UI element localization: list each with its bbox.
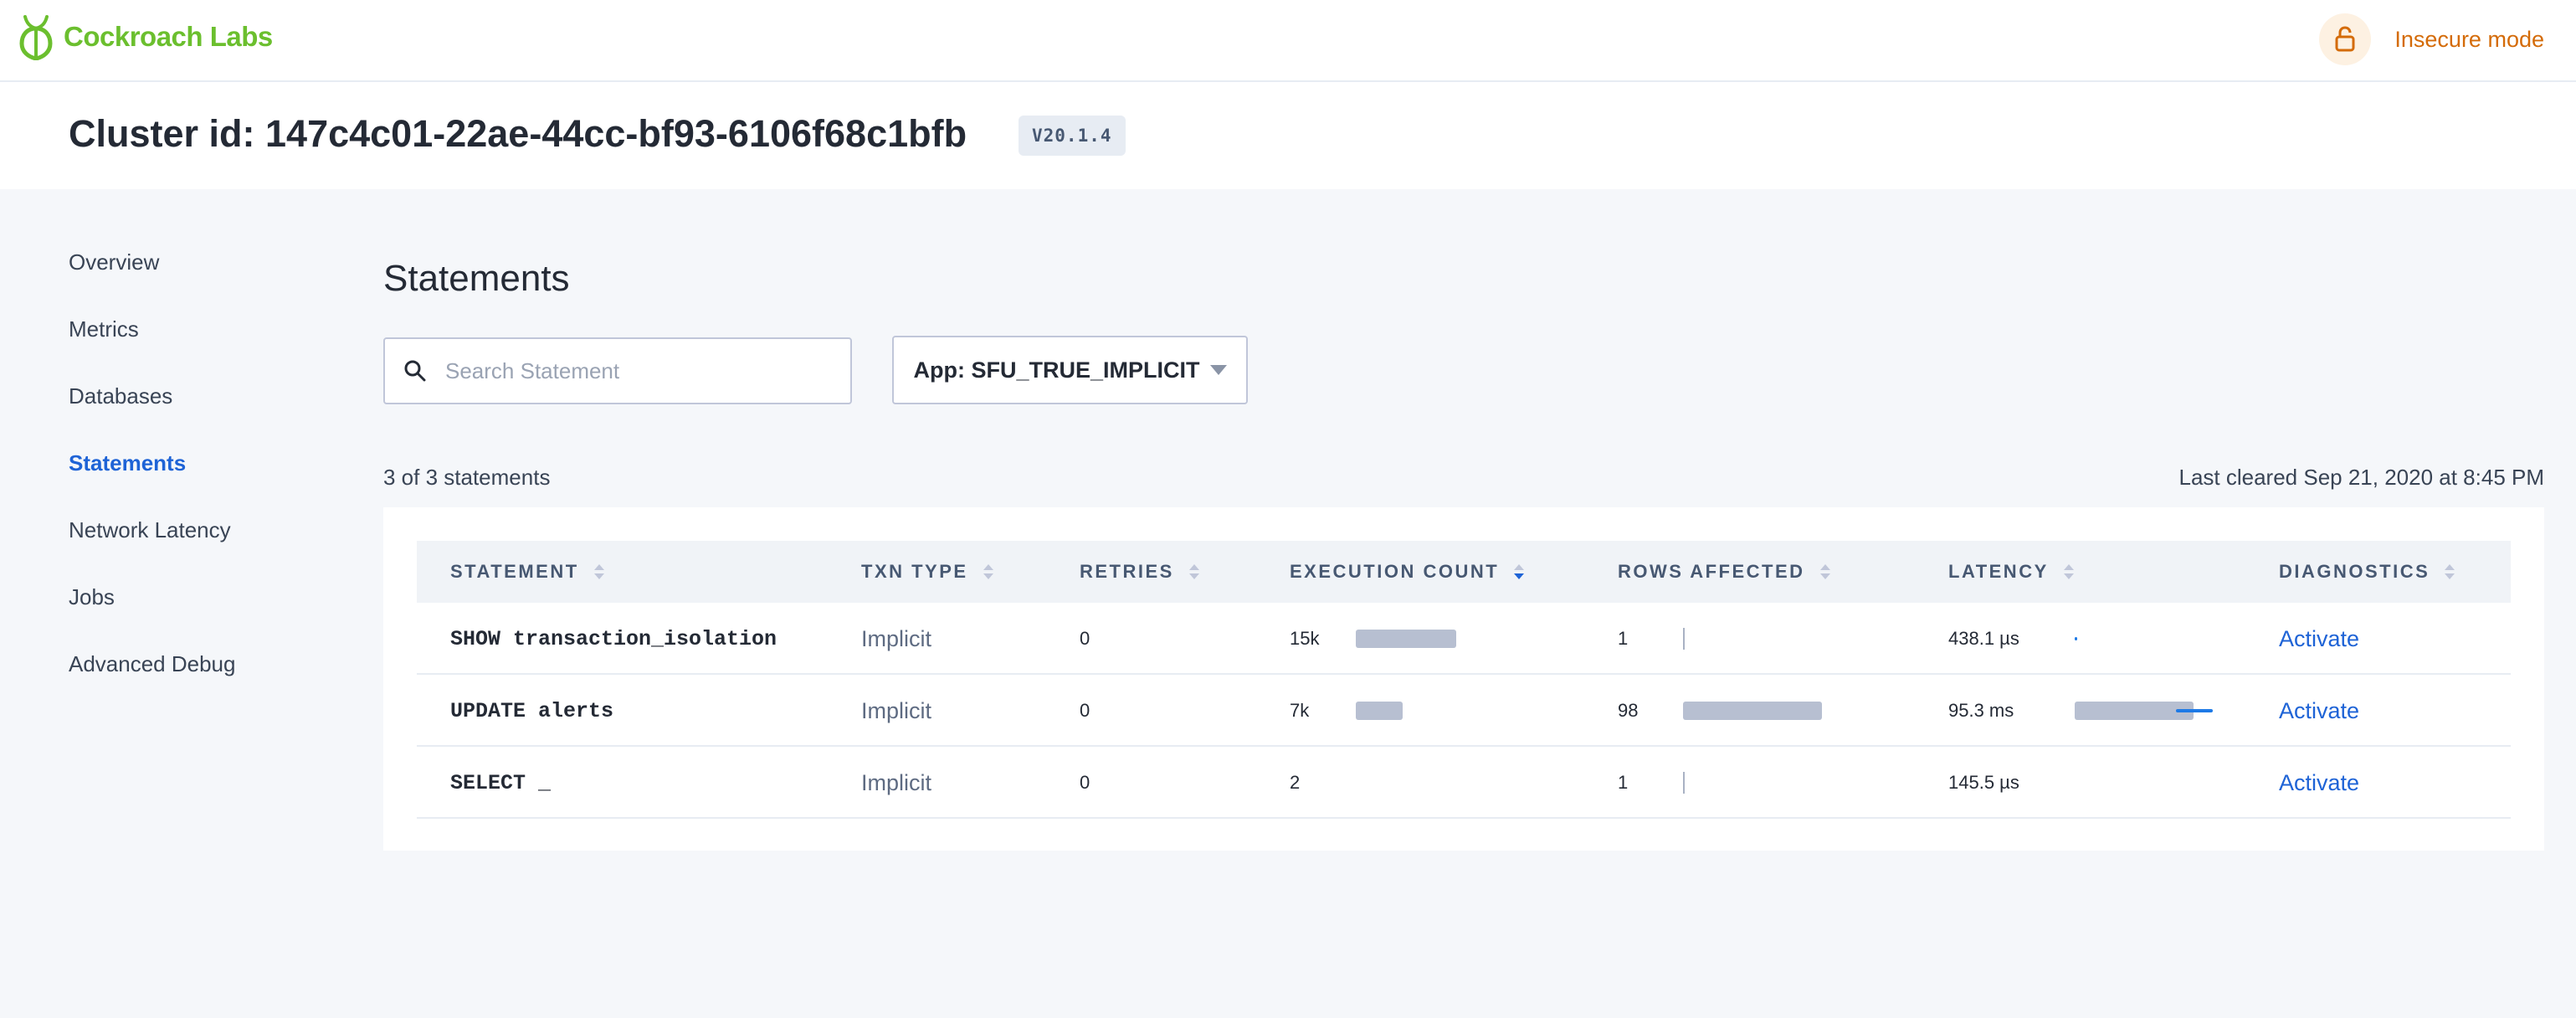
retries-cell: 0 xyxy=(1080,772,1090,793)
insecure-mode-indicator[interactable]: Insecure mode xyxy=(2319,13,2544,65)
sidebar-item-statements[interactable]: Statements xyxy=(69,450,186,476)
txn-type-cell: Implicit xyxy=(861,769,932,795)
rows-affected-cell: 98 xyxy=(1618,700,1639,721)
top-bar: Cockroach Labs Insecure mode xyxy=(0,0,2576,82)
sort-icon xyxy=(983,564,993,579)
statements-table: STATEMENT TXN TYPE RETRIES EXECUTION COU… xyxy=(383,507,2544,851)
latency-cell: 438.1 µs xyxy=(1948,628,2019,649)
sidebar-item-overview[interactable]: Overview xyxy=(69,249,159,275)
column-header-label: LATENCY xyxy=(1948,561,2049,582)
statement-count: 3 of 3 statements xyxy=(383,465,551,490)
cluster-id-title: Cluster id: 147c4c01-22ae-44cc-bf93-6106… xyxy=(69,112,967,155)
column-header-label: EXECUTION COUNT xyxy=(1290,561,1500,582)
chevron-down-icon xyxy=(1209,365,1227,375)
column-header-latency[interactable]: LATENCY xyxy=(1948,541,2074,603)
last-cleared-text: Last cleared Sep 21, 2020 at 8:45 PM xyxy=(2178,465,2544,490)
sort-icon xyxy=(1819,564,1830,579)
sort-icon xyxy=(2063,564,2074,579)
sidebar-item-jobs[interactable]: Jobs xyxy=(69,584,115,610)
version-badge: V20.1.4 xyxy=(1019,116,1126,156)
statement-link[interactable]: SHOW transaction_isolation xyxy=(450,603,777,675)
table-header: STATEMENT TXN TYPE RETRIES EXECUTION COU… xyxy=(417,541,2511,603)
activate-diagnostics-link[interactable]: Activate xyxy=(2279,747,2359,819)
page-title: Statements xyxy=(383,258,570,299)
table-row: SHOW transaction_isolation Implicit 0 15… xyxy=(417,603,2511,675)
sidebar-item-advanced-debug[interactable]: Advanced Debug xyxy=(69,651,235,677)
column-header-rows-affected[interactable]: ROWS AFFECTED xyxy=(1618,541,1830,603)
sort-icon xyxy=(2445,564,2455,579)
app-filter-dropdown[interactable]: App: SFU_TRUE_IMPLICIT xyxy=(892,336,1248,404)
column-header-txn-type[interactable]: TXN TYPE xyxy=(861,541,993,603)
table-row: UPDATE alerts Implicit 0 7k 98 95.3 ms A… xyxy=(417,675,2511,747)
latency-cell: 145.5 µs xyxy=(1948,772,2019,793)
search-box[interactable] xyxy=(383,337,852,404)
statement-link[interactable]: SELECT _ xyxy=(450,747,551,819)
txn-type-cell: Implicit xyxy=(861,625,932,651)
column-header-retries[interactable]: RETRIES xyxy=(1080,541,1199,603)
execution-count-cell: 7k xyxy=(1290,700,1310,721)
rows-affected-bar xyxy=(1683,628,1685,650)
column-header-statement[interactable]: STATEMENT xyxy=(450,541,604,603)
sidebar-item-metrics[interactable]: Metrics xyxy=(69,316,139,342)
sidebar-item-network-latency[interactable]: Network Latency xyxy=(69,517,231,543)
execution-count-cell: 15k xyxy=(1290,628,1320,649)
brand-logo[interactable]: Cockroach Labs xyxy=(15,13,273,60)
retries-cell: 0 xyxy=(1080,700,1090,721)
execution-count-bar xyxy=(1356,702,1403,720)
table-row: SELECT _ Implicit 0 2 1 145.5 µs Activat… xyxy=(417,747,2511,819)
search-input[interactable] xyxy=(445,357,830,384)
lock-icon xyxy=(2319,13,2372,65)
activate-diagnostics-link[interactable]: Activate xyxy=(2279,675,2359,747)
insecure-mode-label: Insecure mode xyxy=(2394,26,2544,52)
rows-affected-bar xyxy=(1683,702,1822,720)
execution-count-bar xyxy=(1356,630,1456,648)
sort-descending-icon xyxy=(1514,564,1525,579)
latency-indicator xyxy=(2176,709,2213,712)
column-header-label: STATEMENT xyxy=(450,561,579,582)
column-header-execution-count[interactable]: EXECUTION COUNT xyxy=(1290,541,1525,603)
rows-affected-cell: 1 xyxy=(1618,772,1629,793)
latency-cell: 95.3 ms xyxy=(1948,700,2014,721)
column-header-label: ROWS AFFECTED xyxy=(1618,561,1805,582)
brand-name: Cockroach Labs xyxy=(64,21,273,52)
column-header-label: DIAGNOSTICS xyxy=(2279,561,2430,582)
rows-affected-cell: 1 xyxy=(1618,628,1629,649)
sort-icon xyxy=(1188,564,1199,579)
cockroach-logo-icon xyxy=(19,15,53,60)
column-header-diagnostics[interactable]: DIAGNOSTICS xyxy=(2279,541,2455,603)
execution-count-cell: 2 xyxy=(1290,772,1301,793)
search-icon xyxy=(404,360,426,382)
txn-type-cell: Implicit xyxy=(861,697,932,723)
rows-affected-bar xyxy=(1683,772,1685,794)
activate-diagnostics-link[interactable]: Activate xyxy=(2279,603,2359,675)
statement-link[interactable]: UPDATE alerts xyxy=(450,675,613,747)
column-header-label: TXN TYPE xyxy=(861,561,968,582)
sidebar-item-databases[interactable]: Databases xyxy=(69,383,172,409)
sort-icon xyxy=(593,564,604,579)
latency-indicator xyxy=(2075,637,2077,640)
retries-cell: 0 xyxy=(1080,628,1090,649)
app-filter-label: App: SFU_TRUE_IMPLICIT xyxy=(913,357,1200,383)
column-header-label: RETRIES xyxy=(1080,561,1174,582)
